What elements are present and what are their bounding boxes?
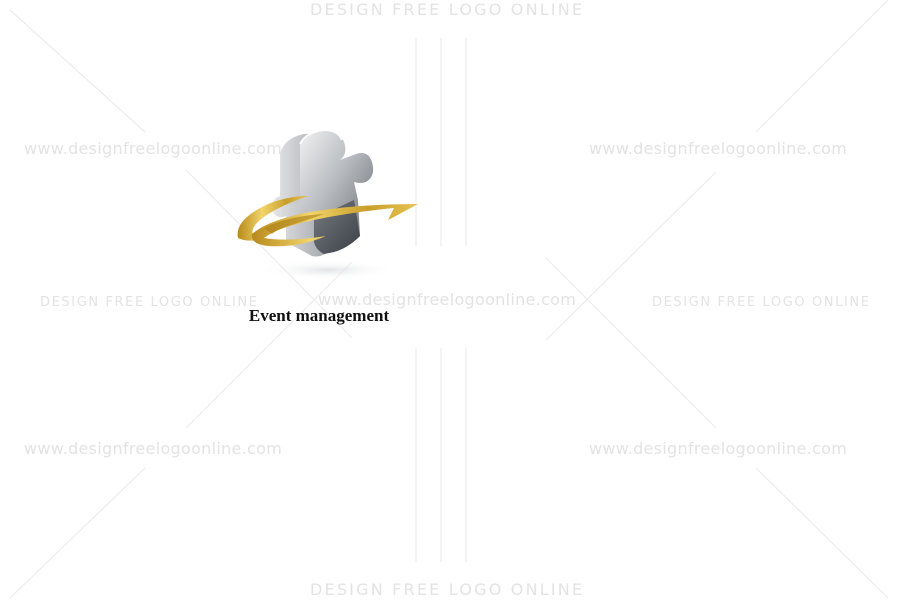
watermark-banner-mid-right: DESIGN FREE LOGO ONLINE	[652, 295, 871, 310]
watermark-url-bottom-left: www.designfreelogoonline.com	[24, 439, 283, 458]
watermark-banner-top: DESIGN FREE LOGO ONLINE	[310, 0, 585, 19]
watermark-url-bottom-right: www.designfreelogoonline.com	[589, 439, 848, 458]
watermark-banner-bottom: DESIGN FREE LOGO ONLINE	[310, 580, 585, 599]
logo-caption: Event management	[248, 306, 390, 325]
watermark-url-top-right: www.designfreelogoonline.com	[589, 139, 848, 158]
puzzle-piece-logo-icon	[237, 128, 418, 280]
